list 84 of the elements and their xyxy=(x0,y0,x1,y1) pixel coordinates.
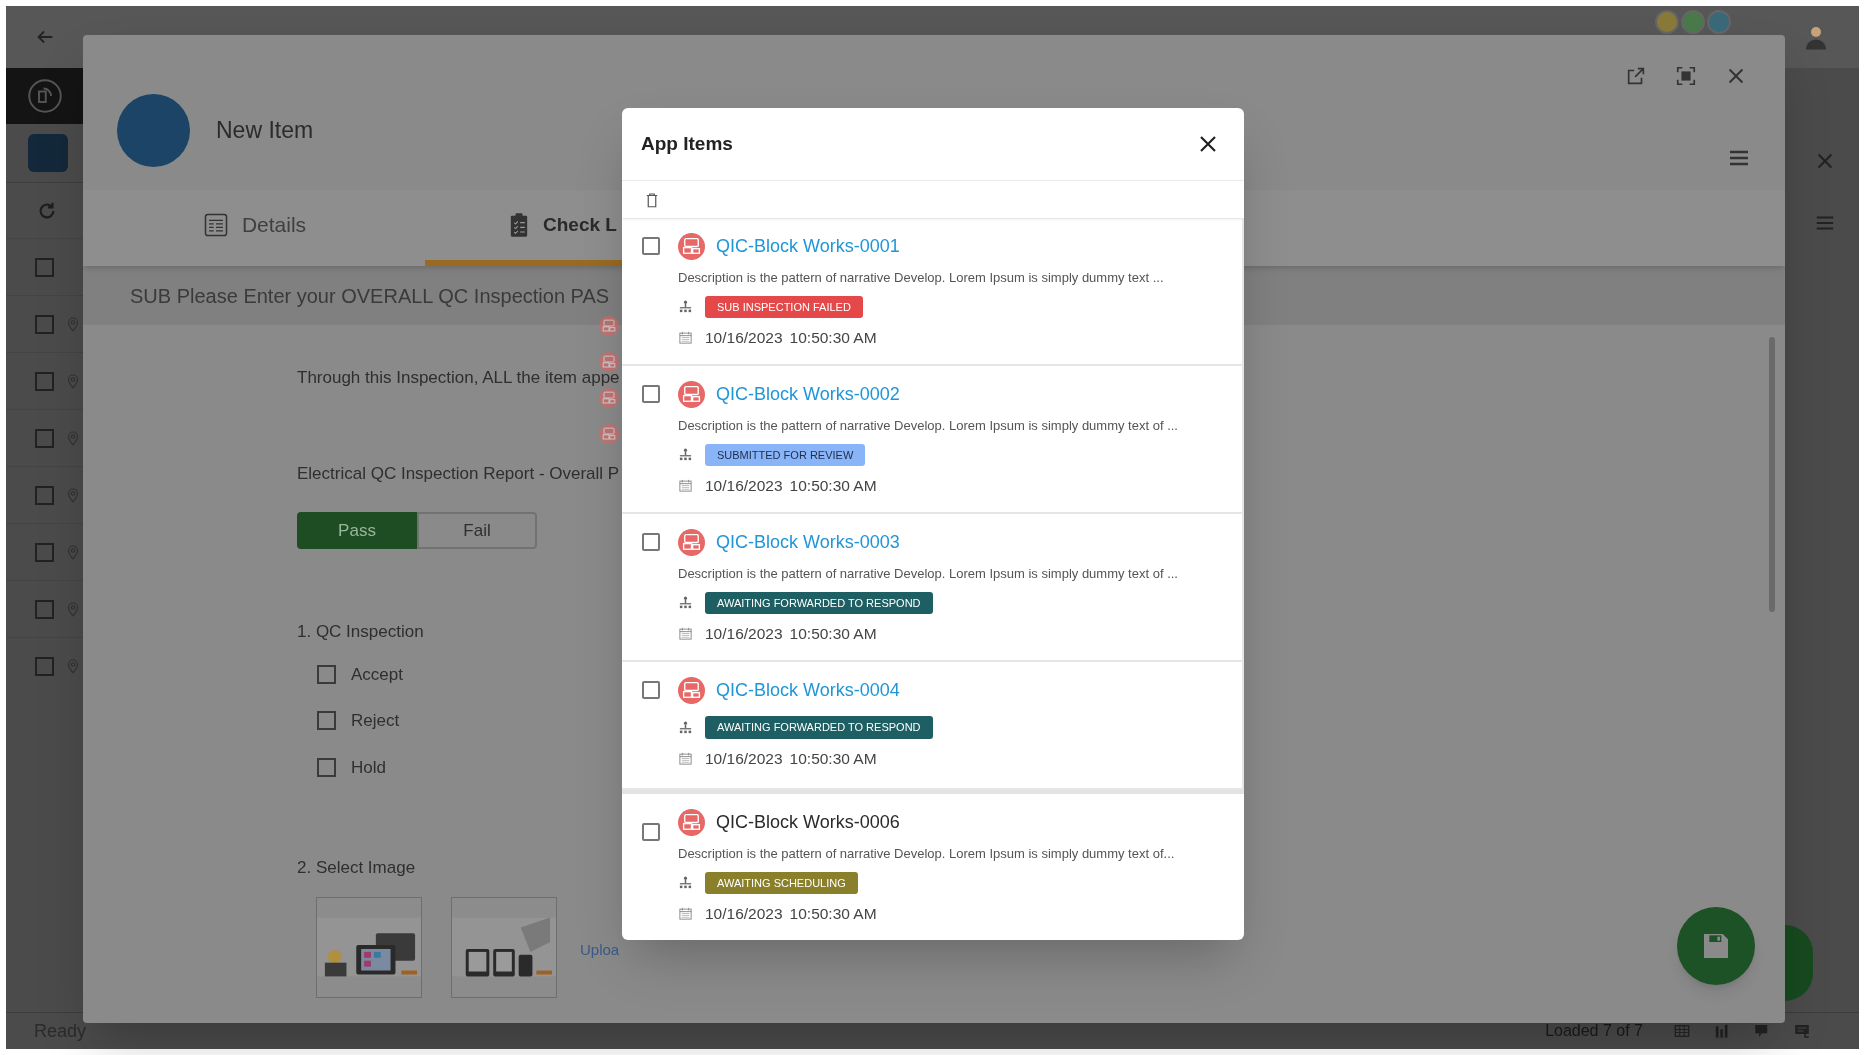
status-tag: AWAITING FORWARDED TO RESPOND xyxy=(705,591,933,614)
item-description: Description is the pattern of narrative Develop. Lorem Ipsum is simply dummy text of... xyxy=(678,845,1175,863)
verdict-option[interactable]: Pass xyxy=(297,512,417,549)
item-description: Description is the pattern of narrative Develop. Lorem Ipsum is simply dummy text ... xyxy=(678,269,1164,287)
date-text: 10/16/2023 xyxy=(705,328,783,348)
item-link[interactable]: QIC-Block Works-0003 xyxy=(716,529,900,556)
verdict-option[interactable]: Fail xyxy=(417,512,537,549)
question-title: 2. Select Image xyxy=(297,857,416,879)
checkbox[interactable] xyxy=(642,533,660,551)
dialog-title: App Items xyxy=(641,131,733,156)
checkbox[interactable] xyxy=(35,599,54,619)
logo-icon xyxy=(678,529,705,556)
logo-icon xyxy=(599,388,619,408)
rotate-device-icon[interactable] xyxy=(27,78,63,114)
date-text: 10/16/2023 xyxy=(705,476,783,496)
date-text: 10/16/2023 xyxy=(705,748,783,769)
item-link[interactable]: QIC-Block Works-0002 xyxy=(716,381,900,408)
hierarchy-icon xyxy=(678,875,693,891)
option-label: Accept xyxy=(351,663,403,686)
time-text: 10:50:30 AM xyxy=(789,748,877,769)
scrollbar[interactable] xyxy=(1769,337,1775,612)
logo-icon xyxy=(678,233,705,260)
chart-view-icon[interactable] xyxy=(1713,1022,1731,1040)
checkbox[interactable] xyxy=(35,428,54,448)
checkbox[interactable] xyxy=(317,757,336,777)
calendar-icon xyxy=(678,906,693,922)
window-title: New Item xyxy=(216,116,314,146)
open-external-icon[interactable] xyxy=(1625,65,1647,87)
avatar[interactable] xyxy=(1681,10,1705,34)
checkbox[interactable] xyxy=(642,823,660,841)
checkbox[interactable] xyxy=(35,314,54,334)
checkbox[interactable] xyxy=(35,257,54,277)
time-text: 10:50:30 AM xyxy=(789,476,877,496)
avatar[interactable] xyxy=(1707,10,1731,34)
time-text: 10:50:30 AM xyxy=(789,328,877,348)
logo-icon xyxy=(678,809,705,836)
tab[interactable]: Details xyxy=(83,190,425,266)
checkbox[interactable] xyxy=(317,711,336,731)
option-label: Hold xyxy=(351,756,386,779)
date-text: 10/16/2023 xyxy=(705,624,783,644)
logo-icon xyxy=(678,677,705,704)
checkbox[interactable] xyxy=(35,656,54,676)
upload-link[interactable]: Uploa xyxy=(580,938,620,961)
time-text: 10:50:30 AM xyxy=(789,624,877,644)
hierarchy-icon xyxy=(678,595,693,611)
hierarchy-icon xyxy=(678,719,693,735)
app-tile[interactable] xyxy=(28,134,68,172)
item-description: Description is the pattern of narrative Develop. Lorem Ipsum is simply dummy text of ... xyxy=(678,417,1178,435)
fullscreen-icon[interactable] xyxy=(1675,65,1697,87)
checkbox[interactable] xyxy=(642,385,660,403)
question-title: 1. QC Inspection xyxy=(297,621,424,643)
calendar-icon xyxy=(678,330,693,346)
logo-icon xyxy=(678,381,705,408)
item-description: Description is the pattern of narrative Develop. Lorem Ipsum is simply dummy text of ... xyxy=(678,565,1178,583)
calendar-icon xyxy=(678,626,693,642)
logo-icon xyxy=(599,424,619,444)
checkbox[interactable] xyxy=(35,542,54,562)
checkbox[interactable] xyxy=(642,681,660,699)
hierarchy-icon xyxy=(678,447,693,463)
message-icon[interactable] xyxy=(1793,1022,1811,1040)
item-link[interactable]: QIC-Block Works-0001 xyxy=(716,233,900,260)
checkbox[interactable] xyxy=(642,237,660,255)
item-link[interactable]: QIC-Block Works-0004 xyxy=(716,677,900,704)
avatar[interactable] xyxy=(1655,10,1679,34)
logo-icon xyxy=(599,352,619,372)
status-tag: AWAITING SCHEDULING xyxy=(705,871,858,894)
calendar-icon xyxy=(678,478,693,494)
checkbox[interactable] xyxy=(35,485,54,505)
grid-view-icon[interactable] xyxy=(1673,1022,1691,1040)
item-title: QIC-Block Works-0006 xyxy=(716,811,900,834)
hierarchy-icon xyxy=(678,299,693,315)
time-text: 10:50:30 AM xyxy=(789,904,877,924)
status-tag: SUBMITTED FOR REVIEW xyxy=(705,443,866,466)
date-text: 10/16/2023 xyxy=(705,904,783,924)
checkbox[interactable] xyxy=(35,371,54,391)
section-header: SUB Please Enter your OVERALL QC Inspection PAS xyxy=(130,283,610,309)
report-label: Electrical QC Inspection Report - Overall P xyxy=(297,462,620,485)
logo-icon xyxy=(599,316,619,336)
intro-text: Through this Inspection, ALL the item appe xyxy=(297,367,620,389)
option-label: Reject xyxy=(351,710,400,732)
status-tag: SUB INSPECTION FAILED xyxy=(705,295,863,318)
status-tag: AWAITING FORWARDED TO RESPOND xyxy=(705,716,933,739)
calendar-icon xyxy=(678,750,693,766)
checkbox[interactable] xyxy=(317,664,336,684)
